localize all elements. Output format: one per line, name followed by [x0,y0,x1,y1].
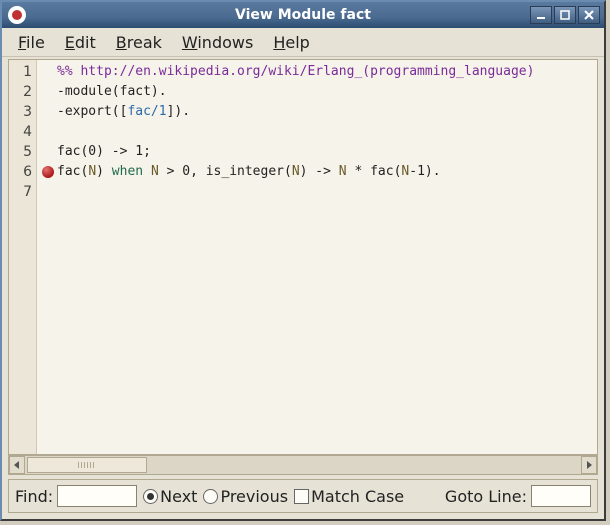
code-line[interactable]: fac(0) -> 1; [57,142,597,162]
window-title: View Module fact [2,7,604,23]
code-editor[interactable]: 1234567 %% http://en.wikipedia.org/wiki/… [8,59,598,455]
menu-windows[interactable]: Windows [172,30,263,55]
menu-file[interactable]: File [8,30,55,55]
code-content[interactable]: %% http://en.wikipedia.org/wiki/Erlang_(… [37,60,597,454]
titlebar: View Module fact [2,2,604,28]
find-next-option[interactable]: Next [143,487,197,506]
code-line[interactable] [57,182,597,202]
line-number[interactable]: 5 [9,142,36,162]
code-line[interactable]: fac(N) when N > 0, is_integer(N) -> N * … [57,162,597,182]
line-number[interactable]: 4 [9,122,36,142]
code-line[interactable]: %% http://en.wikipedia.org/wiki/Erlang_(… [57,62,597,82]
goto-line-input[interactable] [531,485,591,507]
window-frame: View Module fact File Edit Break Windows… [0,0,606,521]
close-button[interactable] [578,6,600,24]
find-previous-option[interactable]: Previous [203,487,288,506]
code-line[interactable]: -export([fac/1]). [57,102,597,122]
line-number-gutter[interactable]: 1234567 [9,60,37,454]
find-previous-label: Previous [220,487,288,506]
radio-previous-icon [203,489,218,504]
minimize-button[interactable] [530,6,552,24]
match-case-label: Match Case [311,487,404,506]
line-number[interactable]: 6 [9,162,36,182]
line-number[interactable]: 1 [9,62,36,82]
window-controls [530,6,600,24]
find-next-label: Next [160,487,197,506]
menu-break[interactable]: Break [106,30,172,55]
menu-edit[interactable]: Edit [55,30,106,55]
code-line[interactable] [57,122,597,142]
find-input[interactable] [57,485,137,507]
line-number[interactable]: 2 [9,82,36,102]
scroll-track[interactable] [25,456,581,474]
breakpoint-icon[interactable] [42,166,54,178]
maximize-button[interactable] [554,6,576,24]
scroll-left-arrow[interactable] [9,456,25,474]
find-label: Find: [15,487,53,506]
menubar: File Edit Break Windows Help [2,28,604,57]
menu-help[interactable]: Help [263,30,319,55]
match-case-option[interactable]: Match Case [294,487,404,506]
scroll-right-arrow[interactable] [581,456,597,474]
radio-next-icon [143,489,158,504]
line-number[interactable]: 3 [9,102,36,122]
checkbox-matchcase-icon [294,489,309,504]
goto-line-label: Goto Line: [445,487,527,506]
code-line[interactable]: -module(fact). [57,82,597,102]
findbar: Find: Next Previous Match Case Goto Line… [8,479,598,513]
scroll-thumb[interactable] [27,457,147,473]
line-number[interactable]: 7 [9,182,36,202]
horizontal-scrollbar[interactable] [8,455,598,475]
app-icon[interactable] [8,6,26,24]
